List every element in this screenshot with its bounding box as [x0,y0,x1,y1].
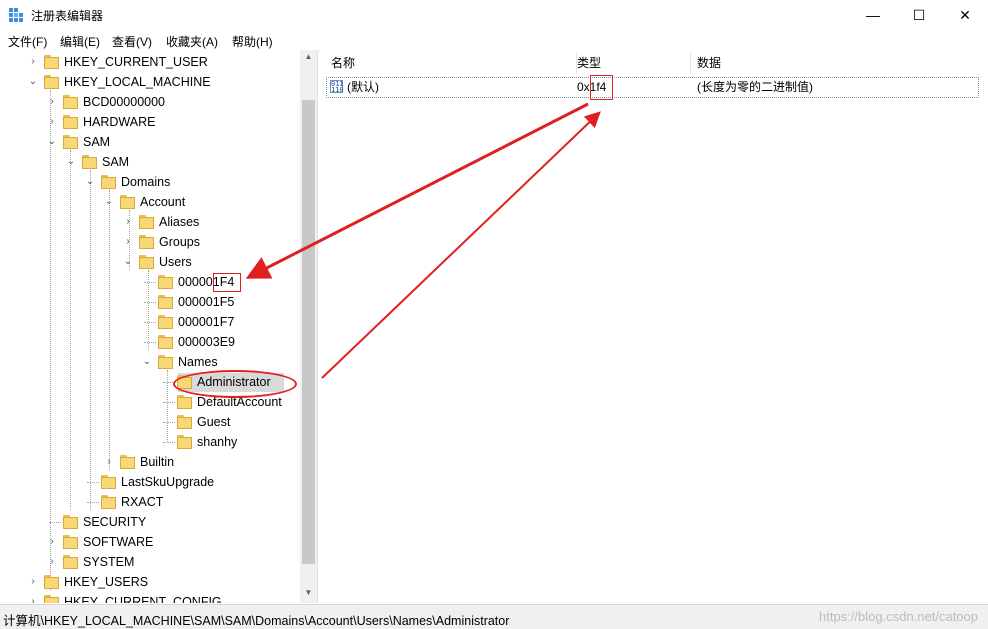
arrow-to-user-key [245,102,589,279]
annotation-arrows [245,102,601,379]
arrow-to-type-value [321,111,601,379]
